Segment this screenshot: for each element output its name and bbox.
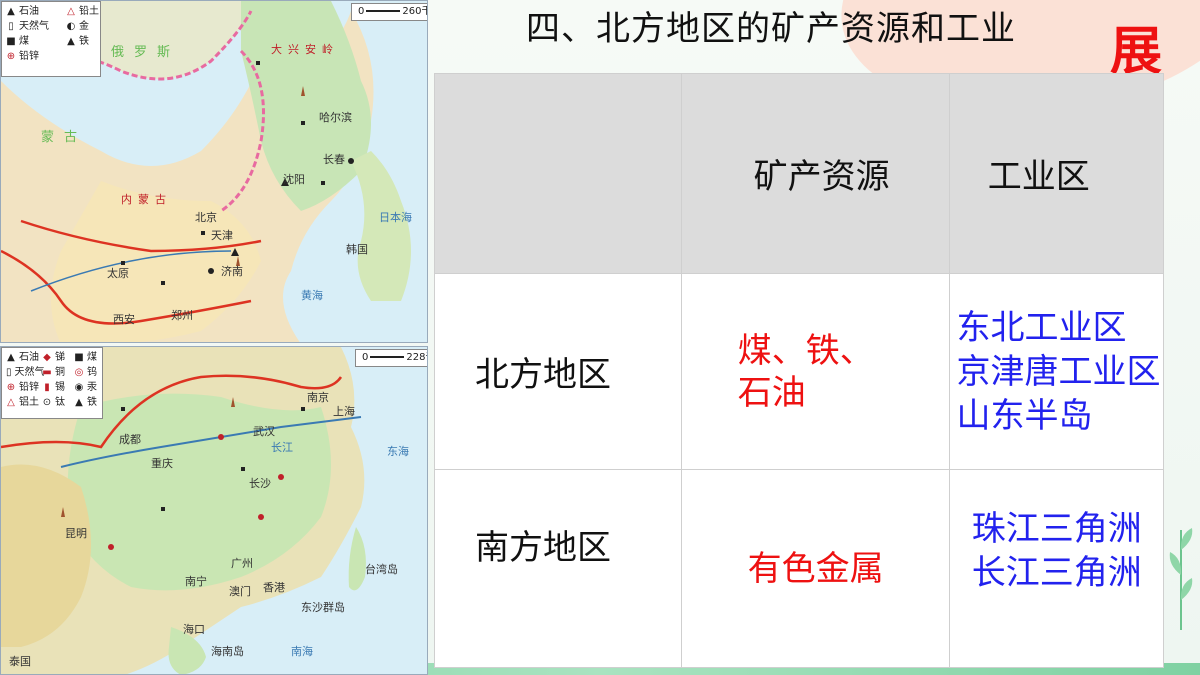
iron-icon: ▲: [67, 36, 75, 47]
label-shanghai: 上海: [333, 405, 355, 418]
table-row: 南方地区 有色金属 珠江三角洲 长江三角洲: [434, 469, 1164, 668]
header-cell-industry: 工业区: [949, 73, 1164, 274]
label-sea-of-japan: 日本海: [379, 211, 412, 224]
industry-line: 珠江三角洲: [971, 508, 1142, 549]
south-region-mineral-map: ▲石油◆锑■煤 ▯天然气▬铜◎钨 ⊕铅锌▮锡◉汞 △铝土⊙钛▲铁 0228千米 …: [0, 346, 428, 675]
label-chongqing: 重庆: [151, 457, 173, 470]
label-guangzhou: 广州: [231, 557, 253, 570]
bauxite-icon: △: [67, 6, 75, 17]
label-inner-mongolia: 内蒙古: [121, 193, 172, 206]
coal-icon: ■: [74, 352, 84, 363]
tin-icon: ▮: [44, 382, 50, 393]
industry-line: 京津唐工业区: [956, 351, 1161, 392]
row-header-north: 北方地区: [434, 273, 682, 470]
iron-icon: ▲: [75, 397, 83, 408]
north-map-scale: 0260千米: [351, 3, 427, 21]
south-map-scale: 0228千米: [355, 349, 427, 367]
label-hongkong: 香港: [263, 581, 285, 594]
label-zhengzhou: 郑州: [171, 309, 193, 322]
label-harbin: 哈尔滨: [319, 111, 352, 124]
slide-title: 四、北方地区的矿产资源和工业: [526, 9, 1016, 49]
label-macau: 澳门: [229, 585, 251, 598]
label-nanjing: 南京: [307, 391, 329, 404]
label-kunming: 昆明: [65, 527, 87, 540]
tungsten-icon: ◎: [74, 367, 84, 378]
label-xian: 西安: [113, 313, 135, 326]
north-region-mineral-map: ▲石油△铅土 ▯天然气◐金 ■煤▲铁 ⊕铅锌 0260千米 俄罗斯 蒙古 大兴安…: [0, 0, 428, 343]
oil-derrick-icon: ▲: [7, 6, 15, 17]
cell-north-minerals: 煤、铁、 石油: [680, 273, 951, 470]
minerals-industry-table: 矿产资源 工业区 北方地区 煤、铁、 石油 东北工业区 京津唐工业区 山东半岛 …: [434, 73, 1164, 668]
label-changsha: 长沙: [249, 477, 271, 490]
label-wuhan: 武汉: [253, 425, 275, 438]
oil-derrick-icon: ▲: [7, 352, 15, 363]
gas-icon: ▯: [6, 367, 12, 378]
label-taiyuan: 太原: [107, 267, 129, 280]
label-changchun: 长春: [323, 153, 345, 166]
label-hainan: 海南岛: [211, 645, 244, 658]
label-taiwan: 台湾岛: [365, 563, 398, 576]
leaf-decoration-icon: [1169, 528, 1193, 630]
cell-south-minerals: 有色金属: [680, 469, 951, 668]
label-mongolia: 蒙古: [41, 130, 88, 145]
table-row: 北方地区 煤、铁、 石油 东北工业区 京津唐工业区 山东半岛: [434, 273, 1164, 470]
gold-icon: ◐: [66, 21, 76, 32]
label-dongsha: 东沙群岛: [301, 601, 345, 614]
industry-line: 山东半岛: [956, 395, 1093, 436]
coal-icon: ■: [6, 36, 16, 47]
copper-icon: ▬: [42, 367, 52, 378]
south-map-legend: ▲ 石油 ◆ 锑 ■ 煤 ▯ 天然气 ▬ 铜 ◎ 钨 ⊕ 铅锌 ▮ 锡 ◉ 汞 △ 铝土 ⊙ 钛 ▲ 铁: [1, 347, 103, 419]
mineral-line: 有色金属: [747, 548, 884, 589]
label-korea: 韩国: [346, 243, 368, 256]
label-thailand: 泰国: [9, 655, 31, 668]
header-cell-blank: [434, 73, 682, 274]
titanium-icon: ⊙: [42, 397, 52, 408]
label-jinan: 济南: [221, 265, 243, 278]
cell-south-industry: 珠江三角洲 长江三角洲: [949, 469, 1164, 668]
label-nanning: 南宁: [185, 575, 207, 588]
bauxite-icon: △: [7, 397, 15, 408]
industry-line: 东北工业区: [956, 307, 1127, 348]
lead-zinc-icon: ⊕: [6, 51, 16, 62]
industry-line: 长江三角洲: [971, 552, 1142, 593]
label-haikou: 海口: [183, 623, 205, 636]
lead-zinc-icon: ⊕: [6, 382, 16, 393]
gas-icon: ▯: [8, 21, 14, 32]
label-russia: 俄罗斯: [111, 45, 181, 60]
cell-north-industry: 东北工业区 京津唐工业区 山东半岛: [949, 273, 1164, 470]
label-shenyang: 沈阳: [283, 173, 305, 186]
label-tianjin: 天津: [211, 229, 233, 242]
header-cell-minerals: 矿产资源: [680, 73, 951, 274]
label-chengdu: 成都: [119, 433, 141, 446]
mercury-icon: ◉: [74, 382, 84, 393]
label-beijing: 北京: [195, 211, 217, 224]
label-east-sea: 东海: [387, 445, 409, 458]
label-changjiang: 长江: [271, 441, 293, 454]
table-header-row: 矿产资源 工业区: [434, 73, 1164, 274]
row-header-south: 南方地区: [434, 469, 682, 668]
mineral-line: 石油: [737, 372, 806, 413]
mineral-line: 煤、铁、: [737, 330, 874, 371]
label-south-sea: 南海: [291, 645, 313, 658]
label-yellow-sea: 黄海: [301, 289, 323, 302]
antimony-icon: ◆: [43, 352, 51, 363]
north-map-legend: ▲ 石油 △ 铅土 ▯ 天然气 ◐ 金 ■ 煤 ▲ 铁 ⊕ 铅锌: [1, 1, 101, 77]
label-daxinganling: 大兴安岭: [271, 43, 339, 56]
